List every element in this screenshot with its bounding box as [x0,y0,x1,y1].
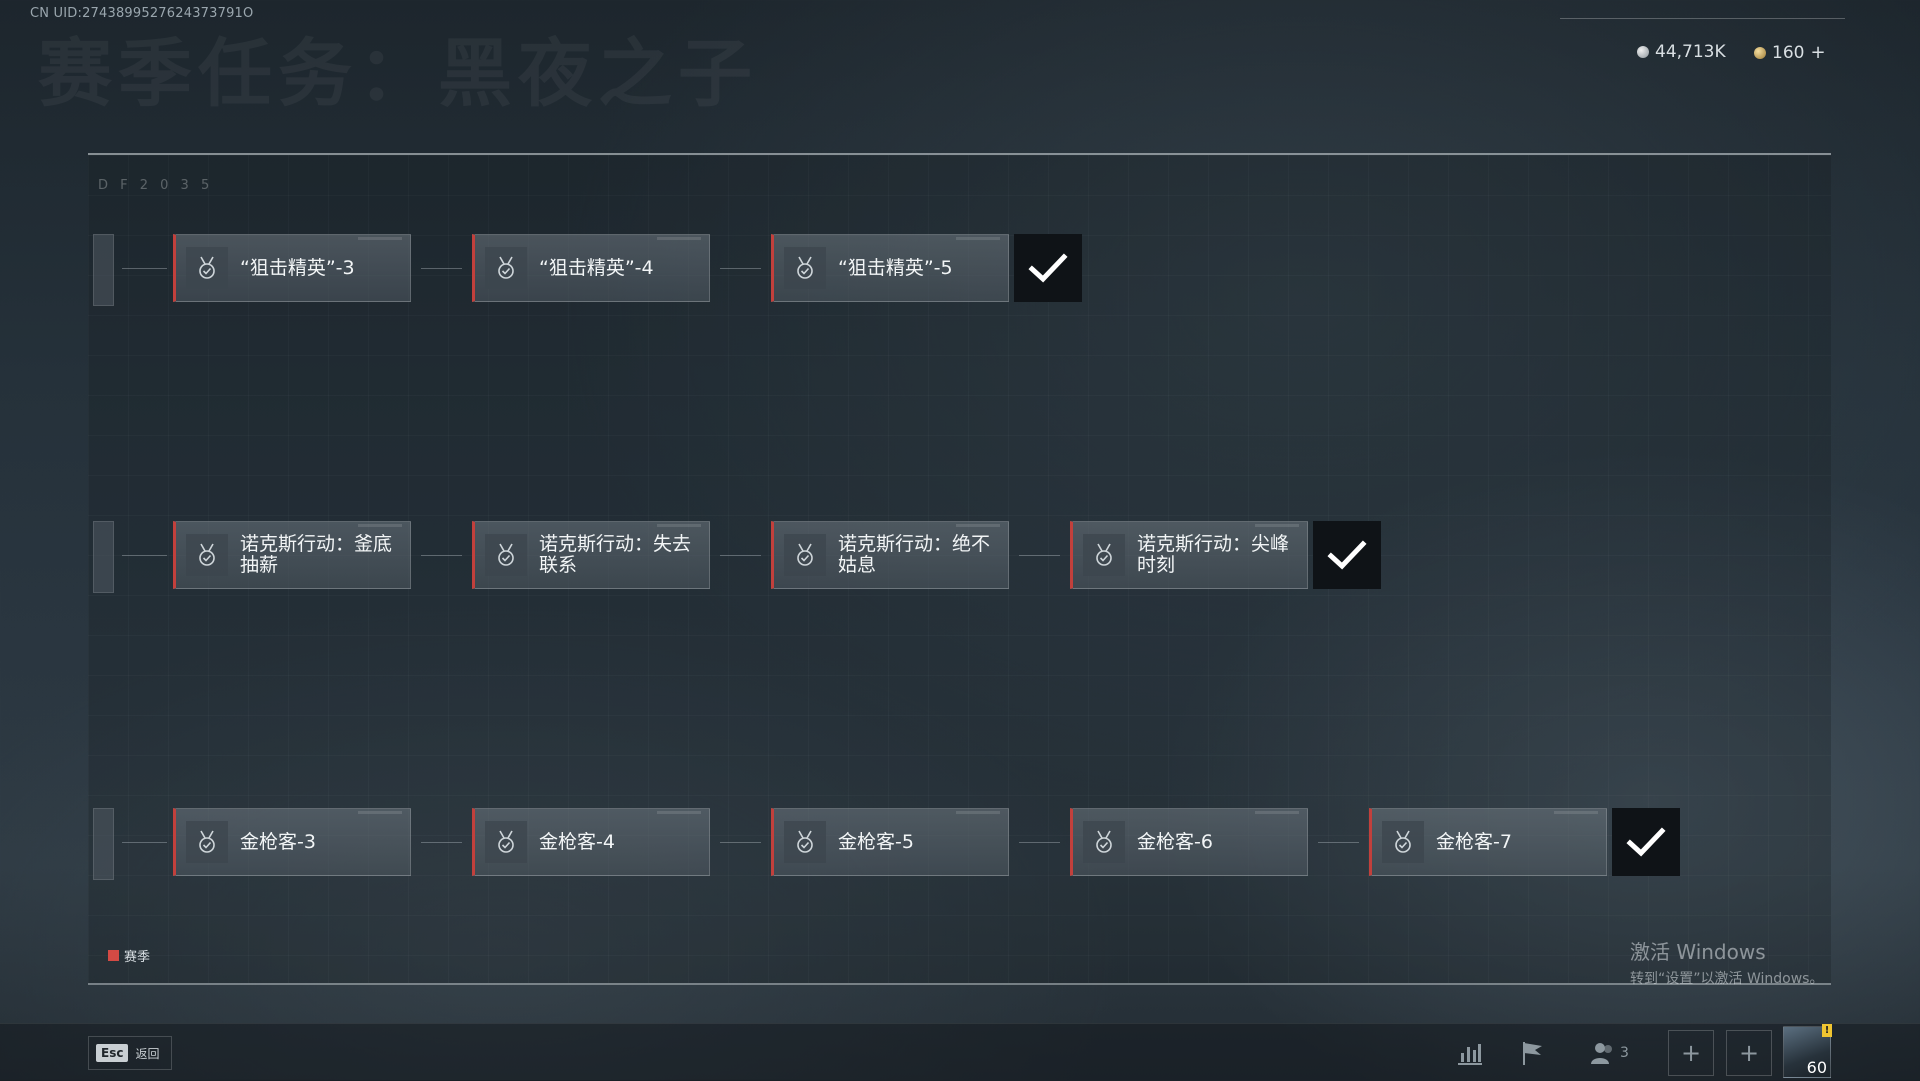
row-complete-check-icon[interactable] [1014,234,1082,302]
task-connector [421,842,462,843]
task-label: “狙击精英”-3 [240,256,355,279]
task-card[interactable]: 诺克斯行动：绝不姑息 [771,521,1009,589]
alert-badge: ! [1822,1024,1832,1037]
back-label: 返回 [135,1046,160,1061]
medal-icon [485,247,527,289]
task-label: 金枪客-3 [240,830,316,853]
stats-icon[interactable] [1457,1037,1483,1069]
task-label: 诺克斯行动：绝不姑息 [838,533,991,576]
task-card[interactable]: 金枪客-6 [1070,808,1308,876]
row-stub [93,808,114,880]
task-connector [421,555,462,556]
medal-icon [485,821,527,863]
task-card[interactable]: 诺克斯行动：釜底抽薪 [173,521,411,589]
silver-coin-icon [1637,46,1649,58]
task-connector [122,842,167,843]
medal-icon [1083,534,1125,576]
row-stub [93,234,114,306]
friends-button[interactable]: 3 [1590,1037,1629,1069]
task-label: 诺克斯行动：失去联系 [539,533,692,576]
watermark-line2: 转到“设置”以激活 Windows。 [1630,971,1824,987]
task-card[interactable]: 金枪客-4 [472,808,710,876]
legend: 赛季 [108,946,150,965]
friends-count: 3 [1620,1045,1629,1061]
row-complete-check-icon[interactable] [1612,808,1680,876]
row-stub [93,521,114,593]
bottom-bar [0,1023,1920,1081]
task-card[interactable]: 金枪客-5 [771,808,1009,876]
medal-icon [784,247,826,289]
task-connector [1019,842,1060,843]
flag-icon[interactable] [1520,1037,1546,1069]
gold-currency[interactable]: 160 + [1754,42,1826,63]
task-label: 金枪客-6 [1137,830,1213,853]
page-title: 赛季任务：黑夜之子 [38,31,758,117]
task-connector [720,842,761,843]
task-card[interactable]: “狙击精英”-4 [472,234,710,302]
gold-coin-icon [1754,46,1766,59]
task-label: 金枪客-7 [1436,830,1512,853]
top-divider [1560,18,1845,19]
task-label: 金枪客-5 [838,830,914,853]
task-connector [720,268,761,269]
task-connector [421,268,462,269]
windows-watermark: 激活 Windows 转到“设置”以激活 Windows。 [1630,936,1823,988]
medal-icon [186,534,228,576]
silver-amount: 44,713K [1655,42,1726,62]
task-card[interactable]: 金枪客-3 [173,808,411,876]
medal-icon [784,821,826,863]
task-label: 诺克斯行动：釜底抽薪 [240,533,393,576]
gold-amount: 160 [1772,42,1805,63]
medal-icon [186,247,228,289]
task-label: “狙击精英”-4 [539,256,654,279]
add-party-slot-2[interactable]: + [1726,1030,1772,1076]
medal-icon [784,534,826,576]
legend-label: 赛季 [124,950,151,965]
task-card[interactable]: “狙击精英”-3 [173,234,411,302]
medal-icon [485,534,527,576]
task-card[interactable]: “狙击精英”-5 [771,234,1009,302]
medal-icon [1083,821,1125,863]
task-card[interactable]: 金枪客-7 [1369,808,1607,876]
task-label: “狙击精英”-5 [838,256,953,279]
watermark-line1: 激活 Windows [1630,940,1766,964]
task-label: 诺克斯行动：尖峰时刻 [1137,533,1290,576]
task-label: 金枪客-4 [539,830,615,853]
medal-icon [1382,821,1424,863]
player-avatar[interactable]: ! 60 [1783,1024,1832,1078]
task-connector [122,555,167,556]
task-card[interactable]: 诺克斯行动：失去联系 [472,521,710,589]
task-card[interactable]: 诺克斯行动：尖峰时刻 [1070,521,1308,589]
friends-icon [1591,1043,1612,1064]
task-connector [1318,842,1359,843]
legend-swatch [108,950,119,961]
player-level: 60 [1806,1058,1827,1077]
add-party-slot-1[interactable]: + [1668,1030,1714,1076]
back-button[interactable]: Esc 返回 [88,1036,172,1070]
panel-code: D F 2 0 3 5 [98,178,214,193]
task-connector [720,555,761,556]
add-currency-button[interactable]: + [1810,42,1825,63]
row-complete-check-icon[interactable] [1313,521,1381,589]
silver-currency: 44,713K [1637,42,1726,62]
task-connector [1019,555,1060,556]
esc-key: Esc [96,1044,129,1062]
medal-icon [186,821,228,863]
task-connector [122,268,167,269]
